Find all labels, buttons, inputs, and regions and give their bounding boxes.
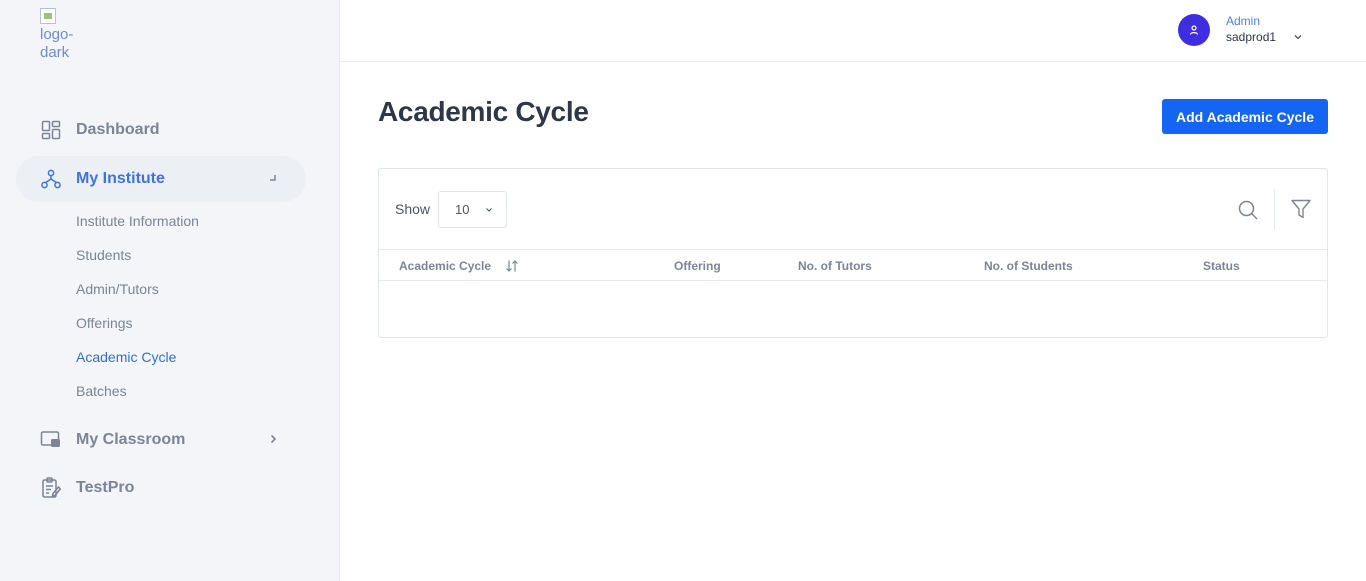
- classroom-icon: [40, 429, 62, 451]
- nav-item-dashboard[interactable]: Dashboard: [16, 107, 306, 153]
- column-header-students: No. of Students: [984, 259, 1073, 273]
- column-header-status: Status: [1203, 259, 1240, 273]
- column-header-tutors: No. of Tutors: [798, 259, 872, 273]
- page-size-select[interactable]: 10: [438, 191, 507, 228]
- column-header-offering: Offering: [674, 259, 721, 273]
- nav-label-my-institute: My Institute: [76, 170, 165, 187]
- sub-item-admin-tutors[interactable]: Admin/Tutors: [76, 281, 159, 297]
- show-label: Show: [395, 201, 431, 217]
- sub-item-batches[interactable]: Batches: [76, 383, 127, 399]
- filter-icon[interactable]: [1290, 198, 1312, 220]
- toolbar-divider: [1274, 189, 1275, 230]
- chevron-right-icon[interactable]: [266, 432, 280, 446]
- column-header-academic-cycle[interactable]: Academic Cycle: [399, 259, 491, 273]
- chevron-down-icon[interactable]: [1292, 31, 1304, 43]
- nav-item-testpro[interactable]: TestPro: [16, 465, 306, 511]
- dashboard-icon: [40, 119, 62, 141]
- logo-alt-text: logo-dark: [40, 26, 74, 58]
- page-size-value: 10: [455, 202, 470, 217]
- nav-label-my-classroom: My Classroom: [76, 431, 186, 448]
- table-header: Academic Cycle Offering No. of Tutors No…: [379, 249, 1327, 281]
- user-role: Admin: [1226, 14, 1261, 28]
- sub-item-offerings[interactable]: Offerings: [76, 315, 133, 331]
- add-academic-cycle-button[interactable]: Add Academic Cycle: [1162, 99, 1328, 134]
- sub-item-institute-information[interactable]: Institute Information: [76, 213, 199, 229]
- hierarchy-icon: [40, 168, 62, 190]
- clipboard-edit-icon: [40, 477, 62, 499]
- sub-item-academic-cycle[interactable]: Academic Cycle: [76, 349, 176, 365]
- nav-item-my-classroom[interactable]: My Classroom: [16, 417, 306, 463]
- nav-item-my-institute[interactable]: My Institute: [16, 156, 306, 202]
- top-header: Admin sadprod1: [340, 0, 1366, 62]
- app-root: logo-dark Dashboard My Institute Institu…: [0, 0, 1366, 581]
- broken-image-icon: [40, 8, 56, 24]
- nav-label-dashboard: Dashboard: [76, 121, 160, 138]
- nav-label-testpro: TestPro: [76, 479, 135, 496]
- sort-icon[interactable]: [505, 259, 519, 273]
- logo[interactable]: logo-dark: [40, 8, 110, 58]
- sidebar: logo-dark Dashboard My Institute Institu…: [0, 0, 340, 581]
- user-name[interactable]: sadprod1: [1226, 30, 1276, 44]
- avatar[interactable]: [1178, 14, 1210, 46]
- academic-cycle-table-card: Show 10 Academic Cycle Offering No. of T…: [378, 168, 1328, 338]
- collapse-caret-icon[interactable]: [266, 171, 280, 185]
- search-icon[interactable]: [1237, 199, 1259, 221]
- user-icon: [1189, 25, 1199, 35]
- page-title: Academic Cycle: [378, 96, 589, 127]
- sub-item-students[interactable]: Students: [76, 247, 131, 263]
- chevron-down-icon: [484, 205, 494, 215]
